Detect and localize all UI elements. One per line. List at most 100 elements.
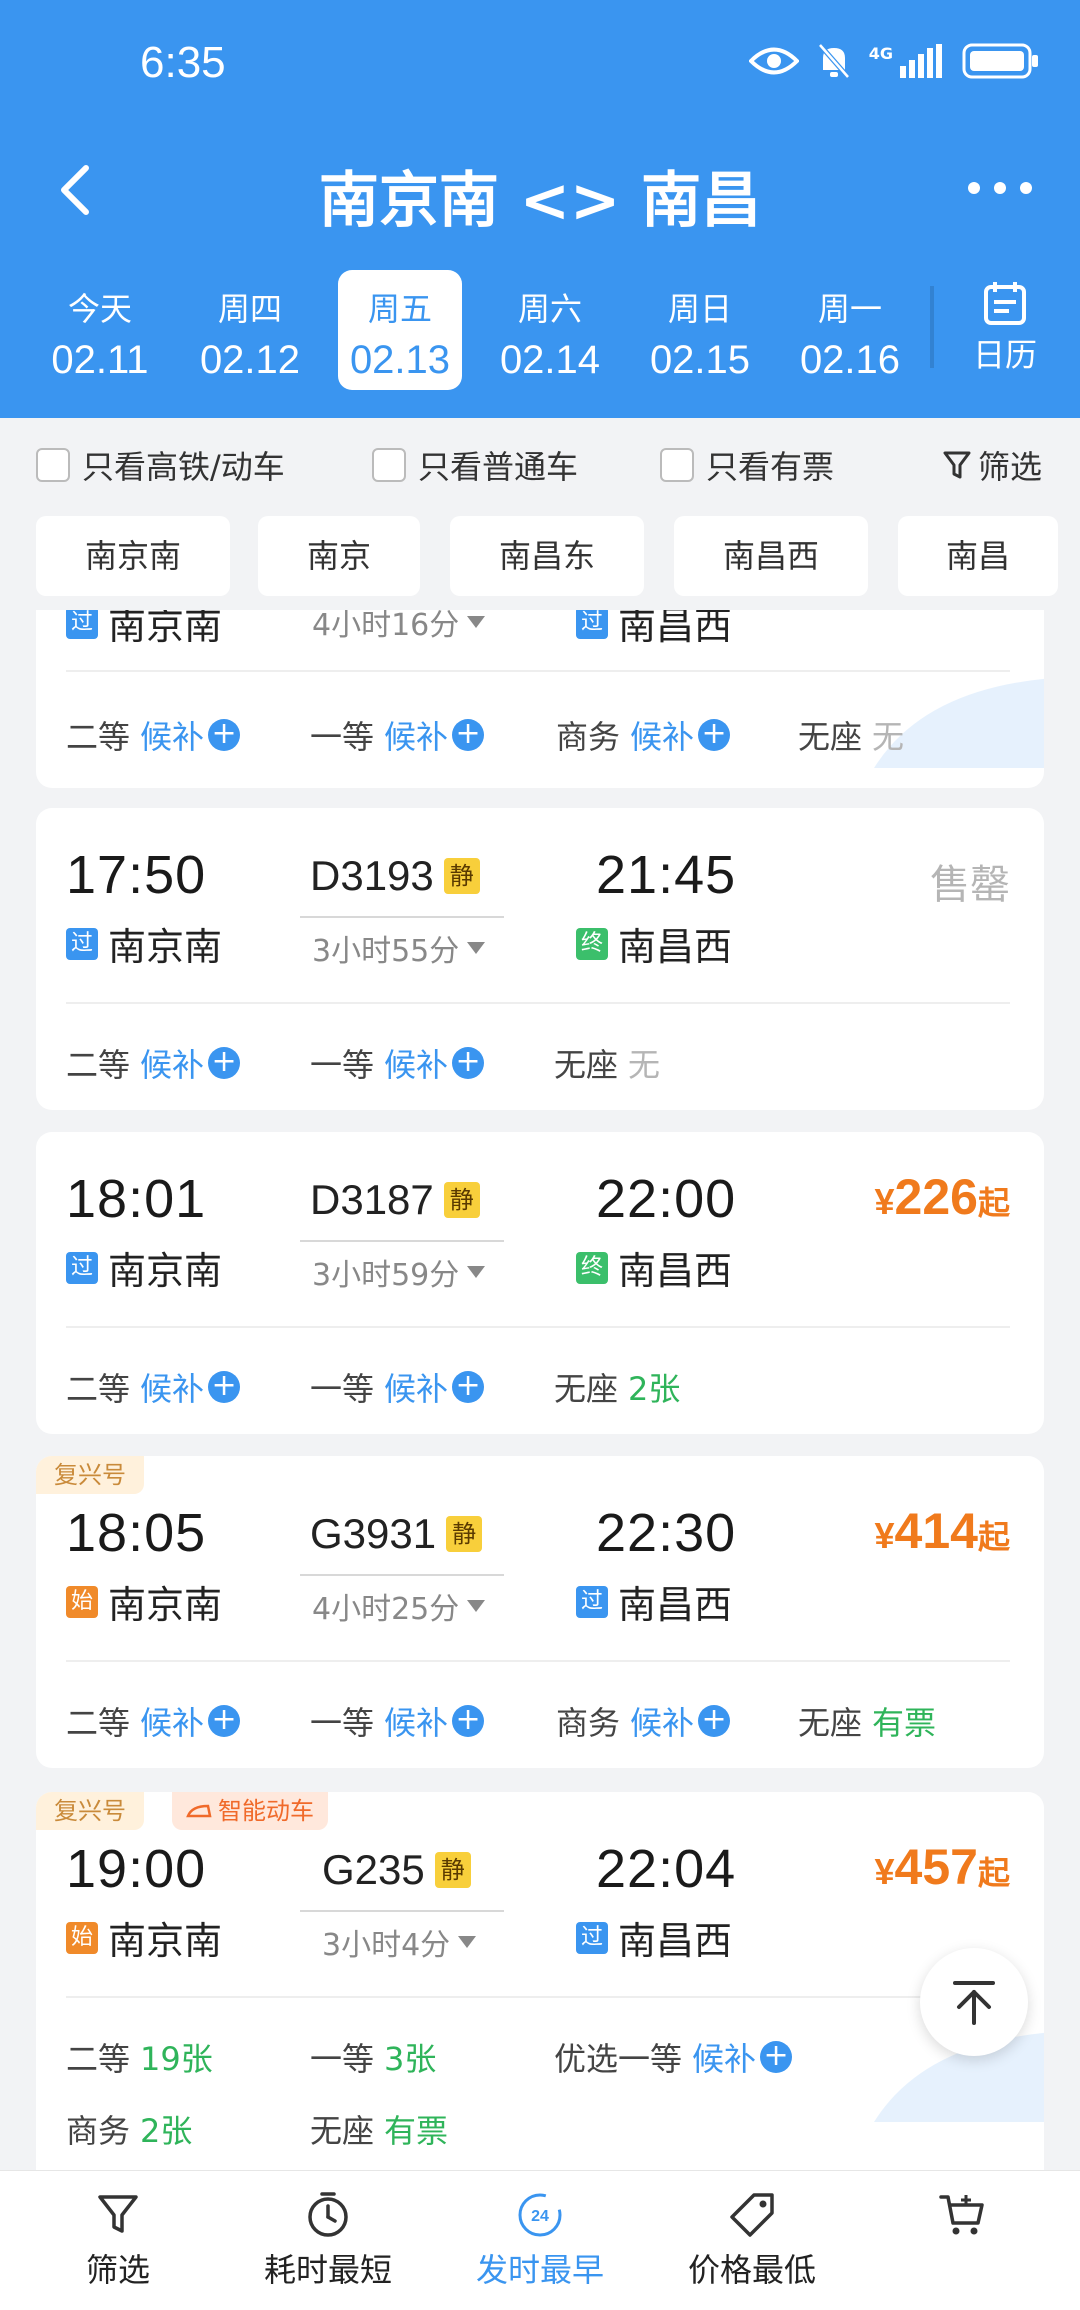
seat-business[interactable]: 商务 2张 bbox=[66, 2106, 192, 2152]
departure-time: 17:50 bbox=[66, 845, 207, 905]
travel-duration[interactable]: 3小时4分 bbox=[322, 1920, 477, 1964]
mute-bell-icon bbox=[817, 43, 850, 79]
train-card[interactable]: 过 南京南 4小时16分 过 南昌西 二等 候补 + 一等 候补 + 商务 候补 + 无座无 bbox=[36, 610, 1044, 788]
earliest-icon: 24 bbox=[518, 2193, 562, 2237]
seat-premium-first-class[interactable]: 优选一等 候补 + bbox=[554, 2034, 793, 2080]
date-tab-selected[interactable]: 周五 02.13 bbox=[338, 270, 462, 390]
date-value: 02.13 bbox=[349, 338, 451, 382]
train-card[interactable]: 复兴号 智能动车 19:00 G235 静 22:04 ¥457起 始 南京南 3… bbox=[36, 1792, 1044, 2170]
travel-duration[interactable]: 3小时59分 bbox=[312, 1250, 486, 1294]
seat-status: 无 bbox=[628, 1046, 661, 1084]
date-tab[interactable]: 周日 02.15 bbox=[638, 270, 762, 390]
sort-lowest-price-button[interactable]: 价格最低 bbox=[652, 2171, 852, 2310]
train-number: D3193 静 bbox=[310, 852, 480, 900]
station-chip[interactable]: 南昌西 bbox=[674, 516, 868, 596]
train-card[interactable]: 复兴号 18:05 G3931 静 22:30 ¥414起 始 南京南 4小时25… bbox=[36, 1456, 1044, 1768]
price-suffix: 起 bbox=[977, 1854, 1010, 1892]
seat-name: 商务 bbox=[66, 2112, 131, 2150]
seat-first-class[interactable]: 一等 候补 + bbox=[310, 1040, 485, 1086]
departure-time: 18:05 bbox=[66, 1503, 207, 1563]
arrow-up-icon bbox=[953, 1981, 995, 2025]
quiet-carriage-badge: 静 bbox=[434, 1852, 471, 1888]
departure-station: 过 南京南 bbox=[66, 1240, 222, 1295]
bottom-bar-label: 价格最低 bbox=[687, 2251, 816, 2289]
date-tab[interactable]: 今天 02.11 bbox=[38, 270, 162, 390]
sort-shortest-duration-button[interactable]: 耗时最短 bbox=[228, 2171, 428, 2310]
status-bar: 6:35 4G bbox=[0, 0, 1080, 120]
seat-first-class[interactable]: 一等 候补 + bbox=[310, 1364, 485, 1410]
station-chip[interactable]: 南京 bbox=[258, 516, 420, 596]
station-chip[interactable]: 南昌 bbox=[898, 516, 1058, 596]
train-card[interactable]: 17:50 D3193 静 21:45 售罄 过 南京南 3小时55分 终 南昌西… bbox=[36, 808, 1044, 1110]
departure-station: 过 南京南 bbox=[66, 916, 222, 971]
seat-second-class[interactable]: 二等 候补 + bbox=[66, 1698, 241, 1744]
seat-status: 19张 bbox=[140, 2040, 213, 2078]
train-card[interactable]: 18:01 D3187 静 22:00 ¥226起 过 南京南 3小时59分 终 … bbox=[36, 1132, 1044, 1434]
seat-name: 商务 bbox=[556, 1704, 621, 1742]
seat-first-class[interactable]: 一等 候补 + bbox=[310, 1698, 485, 1744]
duration-line bbox=[300, 1910, 504, 1912]
checkbox-box bbox=[372, 448, 406, 482]
calendar-button[interactable]: 日历 bbox=[960, 280, 1050, 390]
fuxing-badge: 复兴号 bbox=[36, 1456, 144, 1494]
duration-line bbox=[300, 1240, 504, 1242]
station-name: 南京南 bbox=[108, 925, 223, 969]
more-button[interactable] bbox=[960, 168, 1040, 208]
card-divider bbox=[66, 670, 1010, 672]
card-divider bbox=[66, 1326, 1010, 1328]
seat-standing[interactable]: 无座 有票 bbox=[310, 2106, 448, 2152]
train-list[interactable]: 过 南京南 4小时16分 过 南昌西 二等 候补 + 一等 候补 + 商务 候补 + 无座无… bbox=[0, 610, 1080, 2170]
seat-business[interactable]: 商务 候补 + bbox=[556, 1698, 731, 1744]
date-tab[interactable]: 周一 02.16 bbox=[788, 270, 912, 390]
seat-second-class[interactable]: 二等 候补 + bbox=[66, 712, 241, 758]
seat-status: 候补 bbox=[140, 718, 205, 756]
station-chip[interactable]: 南京南 bbox=[36, 516, 230, 596]
seat-status: 候补 bbox=[384, 1704, 449, 1742]
station-chip[interactable]: 南昌东 bbox=[450, 516, 644, 596]
svg-text:24: 24 bbox=[531, 2208, 549, 2225]
travel-duration[interactable]: 4小时16分 bbox=[312, 610, 486, 644]
travel-duration[interactable]: 3小时55分 bbox=[312, 926, 486, 970]
calendar-icon bbox=[984, 282, 1026, 325]
price-currency: ¥ bbox=[874, 1515, 895, 1556]
station-tag: 始 bbox=[66, 1921, 98, 1954]
date-tab[interactable]: 周六 02.14 bbox=[488, 270, 612, 390]
seat-standing[interactable]: 无座 有票 bbox=[798, 1698, 936, 1744]
seat-first-class[interactable]: 一等 3张 bbox=[310, 2034, 436, 2080]
sort-filter-button[interactable]: 筛选 bbox=[18, 2171, 218, 2310]
price-label: ¥414起 bbox=[875, 1502, 1010, 1560]
date-value: 02.14 bbox=[499, 338, 601, 382]
funnel-icon bbox=[943, 451, 971, 479]
cart-button[interactable] bbox=[862, 2171, 1062, 2310]
sort-earliest-button[interactable]: 24 发时最早 bbox=[440, 2171, 640, 2310]
plus-icon: + bbox=[760, 2041, 793, 2073]
filter-button[interactable]: 筛选 bbox=[942, 442, 1042, 488]
seat-standing[interactable]: 无座无 bbox=[554, 1040, 660, 1086]
seat-standing[interactable]: 无座 2张 bbox=[554, 1364, 680, 1410]
seat-second-class[interactable]: 二等 候补 + bbox=[66, 1364, 241, 1410]
date-weekday: 周五 bbox=[367, 290, 432, 328]
only-high-speed-checkbox[interactable]: 只看高铁/动车 bbox=[36, 442, 285, 488]
date-tab[interactable]: 周四 02.12 bbox=[188, 270, 312, 390]
seat-first-class[interactable]: 一等 候补 + bbox=[310, 712, 485, 758]
arrival-time: 22:00 bbox=[596, 1169, 737, 1229]
only-normal-checkbox[interactable]: 只看普通车 bbox=[372, 442, 578, 488]
only-available-checkbox[interactable]: 只看有票 bbox=[660, 442, 834, 488]
seat-second-class[interactable]: 二等 19张 bbox=[66, 2034, 213, 2080]
travel-duration[interactable]: 4小时25分 bbox=[312, 1584, 486, 1628]
duration-line bbox=[300, 1574, 504, 1576]
route-title: 南京南 <> 南昌 bbox=[318, 166, 762, 236]
bottom-bar-label: 发时最早 bbox=[475, 2251, 604, 2289]
seat-status: 候补 bbox=[140, 1704, 205, 1742]
network-type: 4G bbox=[868, 44, 893, 63]
seat-standing[interactable]: 无座无 bbox=[798, 712, 904, 758]
station-tag: 过 bbox=[576, 1585, 608, 1618]
date-value: 02.16 bbox=[799, 338, 901, 382]
seat-status: 2张 bbox=[628, 1370, 681, 1408]
clock-icon bbox=[308, 2192, 348, 2237]
plus-icon: + bbox=[208, 719, 241, 751]
seat-second-class[interactable]: 二等 候补 + bbox=[66, 1040, 241, 1086]
plus-icon: + bbox=[698, 1705, 731, 1737]
back-to-top-button[interactable] bbox=[920, 1948, 1028, 2056]
seat-business[interactable]: 商务 候补 + bbox=[556, 712, 731, 758]
